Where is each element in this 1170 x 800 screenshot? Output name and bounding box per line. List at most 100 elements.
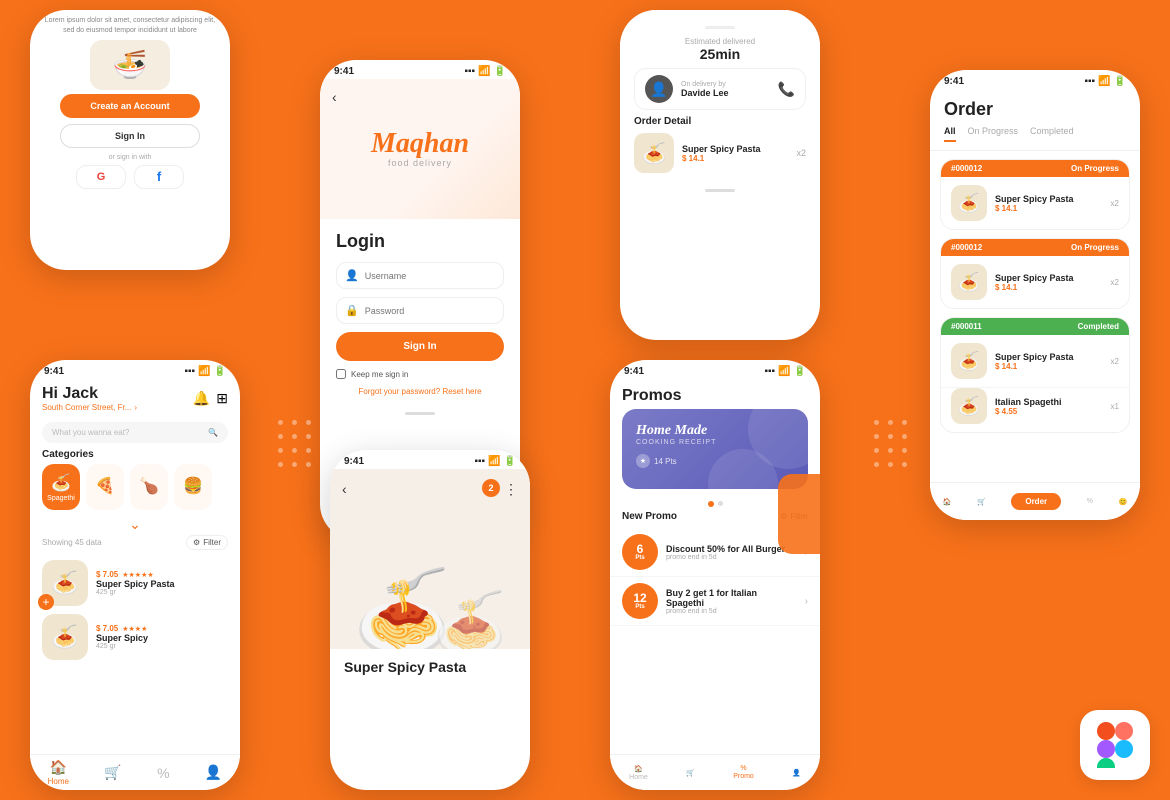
- driver-avatar: 👤: [645, 75, 673, 103]
- order-card-header-1: #000012 On Progress: [941, 160, 1129, 177]
- promos-title: Promos: [622, 387, 808, 405]
- reset-link[interactable]: Reset here: [442, 387, 481, 396]
- pts-text: 14 Pts: [654, 457, 677, 466]
- password-input-row[interactable]: 🔒: [336, 297, 504, 324]
- nav-promo-promos[interactable]: % Promo: [733, 765, 754, 780]
- cart-icon-orders: 🛒: [977, 498, 986, 506]
- category-burger[interactable]: 🍔: [174, 464, 212, 510]
- signal-home: ▪▪▪: [184, 366, 195, 377]
- footer-percent[interactable]: %: [1087, 498, 1093, 505]
- showing-count: Showing 45 data: [42, 538, 102, 547]
- nav-home-promos[interactable]: 🏠 Home: [629, 765, 648, 781]
- keep-signin-row: Keep me sign in: [336, 369, 504, 379]
- burger-icon: 🍔: [183, 476, 203, 496]
- grid-icon[interactable]: ⊞: [216, 390, 228, 407]
- food-image-1: 🍝 +: [42, 560, 88, 606]
- order-tab-button[interactable]: Order: [1011, 493, 1061, 510]
- wifi-icon: 📶: [478, 66, 490, 77]
- tab-on-progress[interactable]: On Progress: [968, 126, 1019, 142]
- bottom-nav-promos: 🏠 Home 🛒 % Promo 👤: [610, 754, 820, 790]
- home-icon-promos: 🏠: [634, 765, 643, 773]
- order-food-info-3: Super Spicy Pasta $ 14.1: [995, 352, 1103, 371]
- order-food-info-1: Super Spicy Pasta $ 14.1: [995, 194, 1103, 213]
- figma-badge: [1080, 710, 1150, 780]
- promo-item-2[interactable]: 12 Pts Buy 2 get 1 for Italian Spagethi …: [610, 577, 820, 626]
- promo-badge-2: 12 Pts: [622, 583, 658, 619]
- add-button-1[interactable]: +: [38, 594, 54, 610]
- food-price-1: $ 7.05: [96, 570, 118, 579]
- order-food-price-3: $ 14.1: [995, 362, 1103, 371]
- order-card-2: #000012 On Progress 🍝 Super Spicy Pasta …: [940, 238, 1130, 309]
- food-item-2: 🍝 $ 7.05 ★★★★ Super Spicy 425 gr: [30, 610, 240, 664]
- footer-home[interactable]: 🏠: [943, 498, 952, 506]
- showing-row: Showing 45 data ⚙ Filter: [30, 535, 240, 556]
- footer-profile[interactable]: 😊: [1119, 498, 1128, 506]
- cart-icon: 🛒: [104, 764, 121, 781]
- nav-profile[interactable]: 👤: [205, 764, 222, 781]
- brand-name: Maqhan: [371, 130, 469, 158]
- or-text: or sign in with: [30, 154, 230, 161]
- cart-badge: 2: [482, 479, 500, 497]
- password-input[interactable]: [365, 306, 495, 316]
- call-icon[interactable]: 📞: [778, 81, 795, 98]
- category-pizza[interactable]: 🍕: [86, 464, 124, 510]
- facebook-signin-button[interactable]: f: [134, 165, 184, 189]
- profile-icon-promos: 👤: [792, 769, 801, 777]
- tab-all[interactable]: All: [944, 126, 956, 142]
- secondary-banner: [778, 474, 820, 554]
- categories-title: Categories: [30, 449, 240, 464]
- promo-banner[interactable]: Home Made COOKING RECEIPT ★ 14 Pts: [622, 409, 808, 489]
- battery-orders: 🔋: [1114, 76, 1126, 87]
- category-spagethi[interactable]: 🍝 Spagethi: [42, 464, 80, 510]
- time-home: 9:41: [44, 366, 64, 377]
- social-buttons: G f: [30, 165, 230, 189]
- spagethi-icon: 🍝: [51, 473, 71, 493]
- create-account-button[interactable]: Create an Account: [60, 94, 200, 118]
- category-chicken[interactable]: 🍗: [130, 464, 168, 510]
- signin-fill-button[interactable]: Sign In: [336, 332, 504, 361]
- keep-signin-checkbox[interactable]: [336, 369, 346, 379]
- delivery-row: 👤 On delivery by Davide Lee 📞: [634, 68, 806, 110]
- phone-orders: 9:41 ▪▪▪ 📶 🔋 Order All On Progress Compl…: [930, 70, 1140, 520]
- username-input-row[interactable]: 👤: [336, 262, 504, 289]
- phone-home: 9:41 ▪▪▪ 📶 🔋 Hi Jack South Corner Street…: [30, 360, 240, 790]
- chevron-right-icon: ›: [134, 403, 137, 412]
- cart-more-button[interactable]: ⋮: [504, 481, 518, 498]
- food-name-1: Super Spicy Pasta: [96, 579, 228, 589]
- order-food-name-3: Super Spicy Pasta: [995, 352, 1103, 362]
- nav-promo[interactable]: %: [157, 765, 169, 781]
- nav-cart-promos[interactable]: 🛒: [686, 769, 695, 777]
- cart-back-button[interactable]: ‹: [342, 481, 347, 497]
- username-input[interactable]: [365, 271, 495, 281]
- battery-icon: 🔋: [494, 66, 506, 77]
- bell-icon[interactable]: 🔔: [193, 390, 210, 407]
- order-card-3: #000011 Completed 🍝 Super Spicy Pasta $ …: [940, 317, 1130, 433]
- footer-cart[interactable]: 🛒: [977, 498, 986, 506]
- status-bar-cart: 9:41 ▪▪▪ 📶 🔋: [330, 450, 530, 469]
- order-card-body-1: 🍝 Super Spicy Pasta $ 14.1 x2: [941, 177, 1129, 229]
- category-expand[interactable]: ⌄: [129, 516, 141, 533]
- filter-icon: ⚙: [193, 538, 200, 547]
- order-card-row-4: 🍝 Italian Spagethi $ 4.55 x1: [941, 387, 1129, 432]
- estimated-time: 25min: [634, 46, 806, 62]
- nav-cart[interactable]: 🛒: [104, 764, 121, 781]
- food-stars-2: ★★★★: [122, 625, 147, 633]
- status-bar-home: 9:41 ▪▪▪ 📶 🔋: [30, 360, 240, 379]
- cart-icon-promos: 🛒: [686, 769, 695, 777]
- profile-icon-orders: 😊: [1119, 498, 1128, 506]
- filter-button[interactable]: ⚙ Filter: [186, 535, 228, 550]
- tab-completed[interactable]: Completed: [1030, 126, 1074, 142]
- search-bar[interactable]: What you wanna eat? 🔍: [42, 422, 228, 443]
- order-item-image: 🍝: [634, 133, 674, 173]
- order-food-name-2: Super Spicy Pasta: [995, 273, 1103, 283]
- signin-button[interactable]: Sign In: [60, 124, 200, 148]
- orders-footer: 🏠 🛒 Order % 😊: [930, 482, 1140, 520]
- battery-cart: 🔋: [504, 456, 516, 467]
- cart-body: Super Spicy Pasta: [330, 649, 530, 685]
- back-button[interactable]: ‹: [332, 89, 337, 105]
- search-icon[interactable]: 🔍: [208, 428, 218, 437]
- nav-profile-promos[interactable]: 👤: [792, 769, 801, 777]
- google-signin-button[interactable]: G: [76, 165, 126, 189]
- pts-num-1: 6: [637, 543, 644, 555]
- nav-home[interactable]: 🏠 Home: [48, 759, 69, 786]
